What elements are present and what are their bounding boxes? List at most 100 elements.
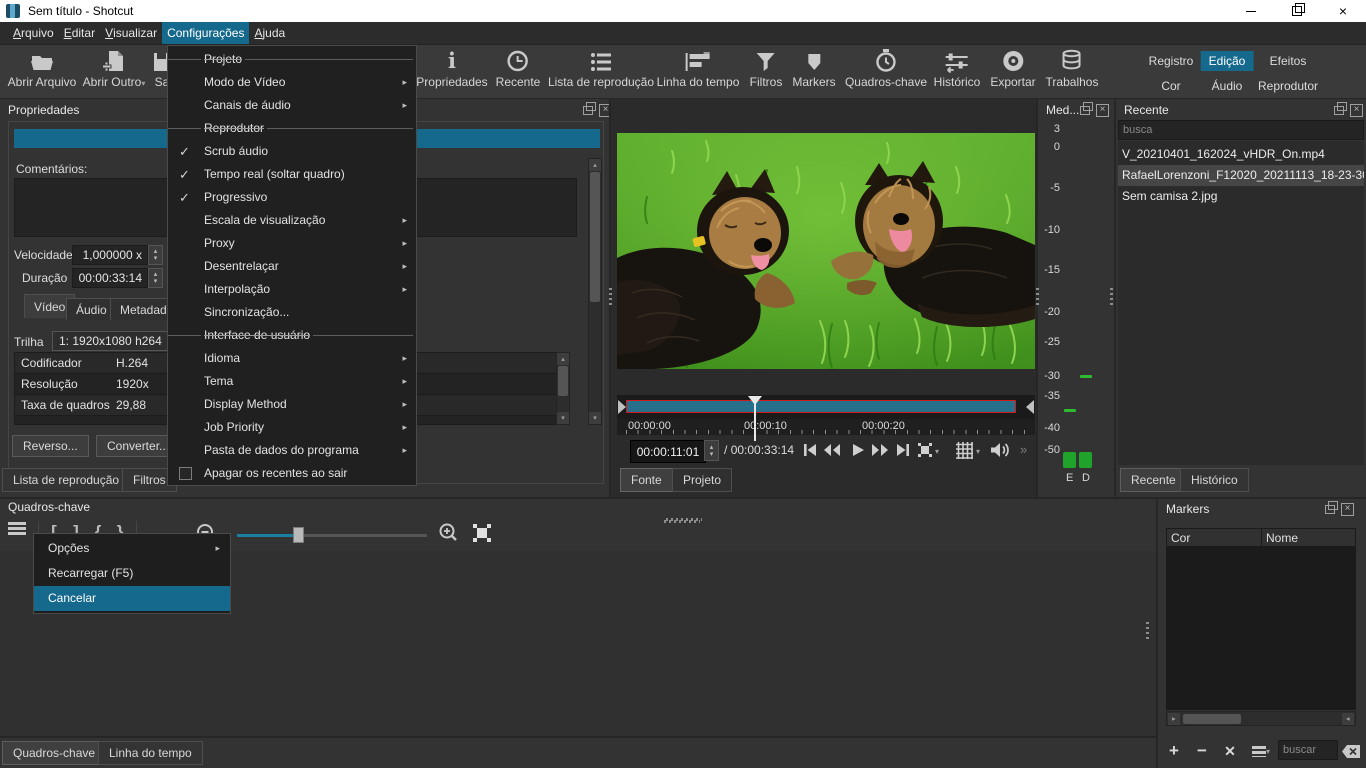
close-panel-icon[interactable]: × <box>1350 104 1363 117</box>
speed-spinner[interactable]: ▴▾ <box>148 245 163 265</box>
zoom-fit-keyframes-button[interactable] <box>472 523 492 543</box>
menu-item-scrub-audio[interactable]: ✓Scrub áudio <box>168 140 416 163</box>
tab-projeto[interactable]: Projeto <box>672 468 732 492</box>
menu-editar[interactable]: Editar <box>59 22 100 44</box>
layout-audio[interactable]: Áudio <box>1204 76 1251 96</box>
column-header-cor[interactable]: Cor <box>1166 528 1262 547</box>
menu-item-tema[interactable]: Tema▸ <box>168 370 416 393</box>
menu-item-idioma[interactable]: Idioma▸ <box>168 347 416 370</box>
splitter-handle[interactable] <box>1110 288 1113 308</box>
layout-cor[interactable]: Cor <box>1153 76 1188 96</box>
skip-to-start-button[interactable] <box>800 441 820 459</box>
tab-recente[interactable]: Recente <box>1120 468 1187 492</box>
menu-arquivo[interactable]: Arquivo <box>8 22 59 44</box>
rewind-button[interactable] <box>822 441 842 459</box>
markers-hscrollbar[interactable]: ▴ ▾ <box>1166 711 1356 726</box>
toolbar-lista-reproducao[interactable]: Lista de reprodução <box>548 47 654 97</box>
menu-configuracoes[interactable]: Configurações <box>162 22 249 44</box>
menu-item-sincronizacao[interactable]: Sincronização... <box>168 301 416 324</box>
open-file-button[interactable]: Abrir Arquivo <box>6 47 78 97</box>
markers-search-input[interactable] <box>1278 740 1338 760</box>
menu-item-canais-de-audio[interactable]: Canais de áudio▸ <box>168 94 416 117</box>
toolbar-filtros[interactable]: Filtros <box>750 47 783 97</box>
table-scrollbar[interactable]: ▴ ▾ <box>556 352 570 425</box>
zoom-in-button[interactable] <box>438 522 460 544</box>
minimize-button[interactable] <box>1228 0 1274 22</box>
zoom-slider-handle[interactable] <box>293 527 304 543</box>
layout-reprodutor[interactable]: Reprodutor <box>1250 76 1326 96</box>
splitter-handle[interactable] <box>1146 622 1149 642</box>
splitter-handle[interactable] <box>1036 288 1039 308</box>
menu-item-cancelar[interactable]: Cancelar <box>34 586 230 611</box>
menu-item-recarregar[interactable]: Recarregar (F5) <box>34 561 230 586</box>
clear-markers-button[interactable]: ✕ <box>1222 740 1238 762</box>
menu-item-job-priority[interactable]: Job Priority▸ <box>168 416 416 439</box>
splitter-handle[interactable] <box>609 288 612 308</box>
toolbar-trabalhos[interactable]: Trabalhos <box>1046 47 1099 97</box>
selected-range-bar[interactable] <box>626 400 1016 413</box>
float-panel-icon[interactable] <box>1334 106 1344 115</box>
out-point-marker[interactable] <box>1026 400 1034 414</box>
menu-item-display-method[interactable]: Display Method▸ <box>168 393 416 416</box>
menu-item-desentrelacar[interactable]: Desentrelaçar▸ <box>168 255 416 278</box>
toolbar-exportar[interactable]: Exportar <box>990 47 1035 97</box>
menu-visualizar[interactable]: Visualizar <box>100 22 162 44</box>
position-timecode-input[interactable]: 00:00:11:01 <box>630 440 706 463</box>
recent-search-input[interactable] <box>1118 120 1364 140</box>
properties-scrollbar[interactable]: ▴ ▾ <box>588 158 602 425</box>
fast-forward-button[interactable] <box>870 441 890 459</box>
markers-menu-button[interactable]: ▾ <box>1250 740 1272 762</box>
restore-button[interactable] <box>1274 0 1320 22</box>
menu-item-tempo-real[interactable]: ✓Tempo real (soltar quadro) <box>168 163 416 186</box>
open-other-button[interactable]: Abrir Outro▾ <box>82 47 146 97</box>
markers-list[interactable] <box>1166 546 1356 710</box>
menu-ajuda[interactable]: Ajuda <box>249 22 290 44</box>
grid-button[interactable] <box>954 441 974 459</box>
timecode-spinner[interactable]: ▴▾ <box>704 440 719 461</box>
video-preview[interactable] <box>617 133 1035 369</box>
toolbar-linha-do-tempo[interactable]: Linha do tempo <box>657 47 740 97</box>
tab-lista-de-reproducao[interactable]: Lista de reprodução <box>2 468 130 492</box>
tab-quadros-chave[interactable]: Quadros-chave <box>2 741 106 765</box>
toolbar-recente[interactable]: Recente <box>496 47 541 97</box>
transport-overflow-icon[interactable]: » <box>1020 442 1027 457</box>
float-panel-icon[interactable] <box>1325 505 1335 514</box>
keyframes-menu-button[interactable] <box>8 522 26 535</box>
menu-item-escala-de-visualizacao[interactable]: Escala de visualização▸ <box>168 209 416 232</box>
reverse-button[interactable]: Reverso... <box>12 435 89 457</box>
close-panel-icon[interactable]: × <box>1096 104 1109 117</box>
play-button[interactable] <box>848 441 868 459</box>
in-point-marker[interactable] <box>618 400 626 414</box>
volume-button[interactable] <box>990 441 1010 459</box>
zoom-fit-button[interactable] <box>915 441 935 459</box>
remove-marker-button[interactable]: − <box>1194 740 1210 762</box>
menu-item-pasta-de-dados[interactable]: Pasta de dados do programa▸ <box>168 439 416 462</box>
layout-edicao[interactable]: Edição <box>1201 51 1254 71</box>
scrubber[interactable] <box>617 395 1035 419</box>
skip-to-end-button[interactable] <box>893 441 913 459</box>
tab-historico[interactable]: Histórico <box>1180 468 1249 492</box>
menu-item-opcoes[interactable]: Opções▸ <box>34 536 230 561</box>
menu-item-proxy[interactable]: Proxy▸ <box>168 232 416 255</box>
grid-caret-icon[interactable]: ▾ <box>976 447 980 456</box>
track-combo[interactable]: 1: 1920x1080 h264▾ <box>52 331 180 351</box>
zoom-fit-caret-icon[interactable]: ▾ <box>935 447 939 456</box>
float-panel-icon[interactable] <box>1080 106 1090 115</box>
close-panel-icon[interactable]: × <box>1341 503 1354 516</box>
list-item[interactable]: Sem camisa 2.jpg <box>1118 186 1364 207</box>
toolbar-propriedades[interactable]: i Propriedades <box>416 47 487 97</box>
add-marker-button[interactable]: + <box>1166 740 1182 762</box>
list-item[interactable]: V_20210401_162024_vHDR_On.mp4 <box>1118 144 1364 165</box>
toolbar-historico[interactable]: Histórico <box>934 47 981 97</box>
time-ruler[interactable]: 00:00:00 00:00:10 00:00:20 <box>617 419 1035 435</box>
tab-fonte[interactable]: Fonte <box>620 468 673 492</box>
toolbar-markers[interactable]: Markers <box>792 47 835 97</box>
layout-efeitos[interactable]: Efeitos <box>1262 51 1315 71</box>
float-panel-icon[interactable] <box>583 106 593 115</box>
clear-search-button[interactable] <box>1342 740 1360 762</box>
duration-spinner[interactable]: ▴▾ <box>148 268 163 288</box>
menu-item-modo-de-video[interactable]: Modo de Vídeo▸ <box>168 71 416 94</box>
menu-item-progressivo[interactable]: ✓Progressivo <box>168 186 416 209</box>
menu-item-apagar-recentes[interactable]: Apagar os recentes ao sair <box>168 462 416 485</box>
column-header-nome[interactable]: Nome <box>1261 528 1356 547</box>
